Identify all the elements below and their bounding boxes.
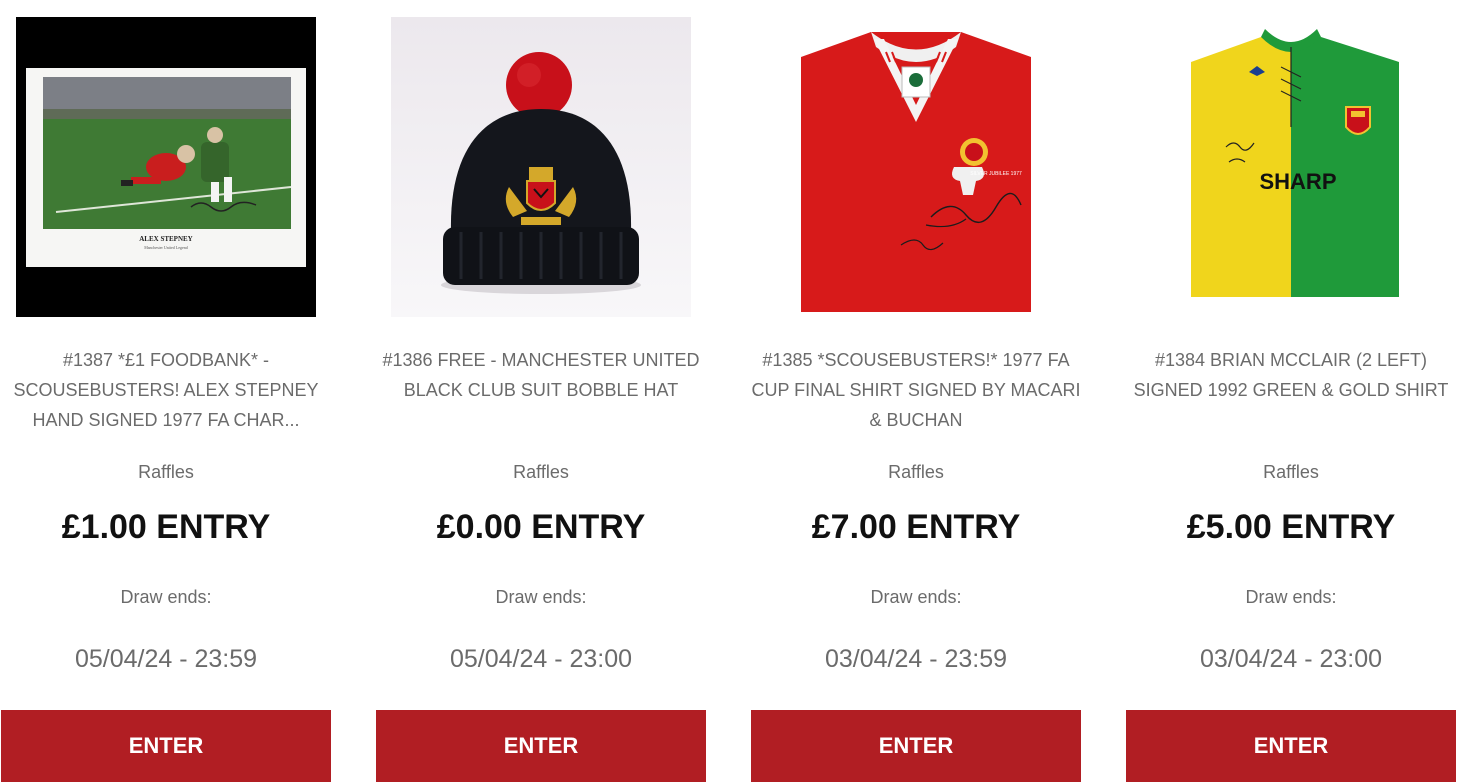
enter-button[interactable]: ENTER xyxy=(1,710,331,782)
draw-end-date: 03/04/24 - 23:59 xyxy=(824,645,1008,673)
print-subcaption: Manchester United Legend xyxy=(144,245,188,250)
entry-price: £5.00 ENTRY xyxy=(1186,508,1396,546)
draw-ends-label: Draw ends: xyxy=(870,587,962,607)
club-crest-icon xyxy=(1345,106,1371,135)
draw-ends-label: Draw ends: xyxy=(120,587,212,607)
raffle-category: Raffles xyxy=(1263,462,1319,482)
print-caption: ALEX STEPNEY xyxy=(139,235,192,243)
raffle-category: Raffles xyxy=(513,462,569,482)
draw-end-date: 03/04/24 - 23:00 xyxy=(1199,645,1383,673)
raffle-title[interactable]: #1386 FREE - MANCHESTER UNITED BLACK CLU… xyxy=(376,345,706,405)
raffle-card: #1386 FREE - MANCHESTER UNITED BLACK CLU… xyxy=(376,0,706,784)
sponsor-text: SHARP xyxy=(1259,169,1336,194)
entry-price: £0.00 ENTRY xyxy=(436,508,646,546)
entry-price: £1.00 ENTRY xyxy=(61,508,271,546)
product-image[interactable]: SHARP xyxy=(1141,17,1441,317)
raffle-card: ALEX STEPNEY Manchester United Legend #1… xyxy=(1,0,331,784)
raffle-category: Raffles xyxy=(888,462,944,482)
product-image[interactable] xyxy=(391,17,691,317)
raffle-title[interactable]: #1387 *£1 FOODBANK* - SCOUSEBUSTERS! ALE… xyxy=(1,345,331,435)
product-image[interactable]: SILVER JUBILEE 1977 xyxy=(766,17,1066,317)
draw-end-date: 05/04/24 - 23:59 xyxy=(74,645,258,673)
draw-ends-label: Draw ends: xyxy=(1245,587,1337,607)
raffle-title[interactable]: #1384 BRIAN MCCLAIR (2 LEFT) SIGNED 1992… xyxy=(1126,345,1456,405)
raffle-title[interactable]: #1385 *SCOUSEBUSTERS!* 1977 FA CUP FINAL… xyxy=(751,345,1081,435)
draw-end-date: 05/04/24 - 23:00 xyxy=(449,645,633,673)
raffle-card: SHARP #1384 BRIAN MCCLAIR (2 LEFT) SIGNE… xyxy=(1126,0,1456,784)
enter-button[interactable]: ENTER xyxy=(376,710,706,782)
enter-button[interactable]: ENTER xyxy=(1126,710,1456,782)
enter-button[interactable]: ENTER xyxy=(751,710,1081,782)
raffle-card: SILVER JUBILEE 1977 #1385 *SCOUSEBUSTERS… xyxy=(751,0,1081,784)
draw-ends-label: Draw ends: xyxy=(495,587,587,607)
badge-text: SILVER JUBILEE 1977 xyxy=(970,171,1022,177)
club-crest-icon xyxy=(960,138,988,166)
product-image[interactable]: ALEX STEPNEY Manchester United Legend xyxy=(16,17,316,317)
entry-price: £7.00 ENTRY xyxy=(811,508,1021,546)
raffle-category: Raffles xyxy=(138,462,194,482)
